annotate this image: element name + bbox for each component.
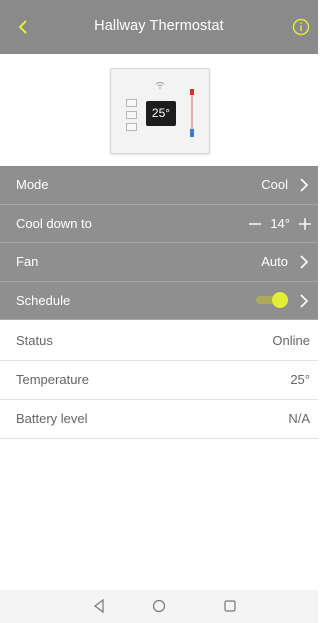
status-row: Status Online (0, 322, 318, 361)
battery-value: N/A (288, 411, 310, 426)
minus-icon[interactable] (248, 217, 262, 231)
thermostat-device-image: 25° (110, 68, 210, 154)
fan-label: Fan (16, 254, 39, 269)
schedule-label: Schedule (16, 292, 71, 308)
system-nav-bar (0, 590, 318, 623)
status-label: Status (16, 333, 53, 348)
battery-row: Battery level N/A (0, 400, 318, 439)
app-header: Hallway Thermostat (0, 0, 318, 54)
device-temperature-display: 25° (146, 101, 176, 126)
mode-label: Mode (16, 177, 49, 192)
temperature-value: 25° (290, 372, 310, 387)
chevron-right-icon (300, 255, 309, 269)
page-title: Hallway Thermostat (94, 18, 224, 34)
temperature-row: Temperature 25° (0, 361, 318, 400)
device-button (126, 123, 137, 131)
fan-value: Auto (261, 254, 288, 269)
device-preview-area: 25° (0, 54, 318, 166)
info-icon[interactable] (292, 18, 310, 36)
nav-recents-icon[interactable] (222, 598, 238, 614)
cool-down-label: Cool down to (16, 215, 92, 231)
schedule-row[interactable]: Schedule (0, 281, 318, 320)
nav-back-icon[interactable] (91, 598, 107, 614)
nav-home-icon[interactable] (151, 598, 167, 614)
plus-icon[interactable] (298, 217, 312, 231)
wifi-icon (155, 82, 165, 89)
device-button (126, 99, 137, 107)
temperature-scale-bar (190, 89, 194, 137)
chevron-right-icon (300, 178, 309, 192)
thermostat-controls: Mode Cool Cool down to 14° Fan Auto Sche… (0, 166, 318, 320)
status-list: Status Online Temperature 25° Battery le… (0, 322, 318, 439)
battery-label: Battery level (16, 411, 88, 426)
temperature-stepper: 14° (248, 213, 312, 235)
schedule-toggle[interactable] (256, 291, 288, 308)
cool-down-value: 14° (270, 216, 290, 231)
fan-row[interactable]: Fan Auto (0, 243, 318, 282)
chevron-right-icon (300, 293, 309, 308)
mode-row[interactable]: Mode Cool (0, 166, 318, 205)
temperature-label: Temperature (16, 372, 89, 387)
status-value: Online (272, 333, 310, 348)
device-button (126, 111, 137, 119)
mode-value: Cool (261, 177, 288, 192)
cool-down-row: Cool down to 14° (0, 204, 318, 243)
toggle-knob (272, 291, 288, 308)
